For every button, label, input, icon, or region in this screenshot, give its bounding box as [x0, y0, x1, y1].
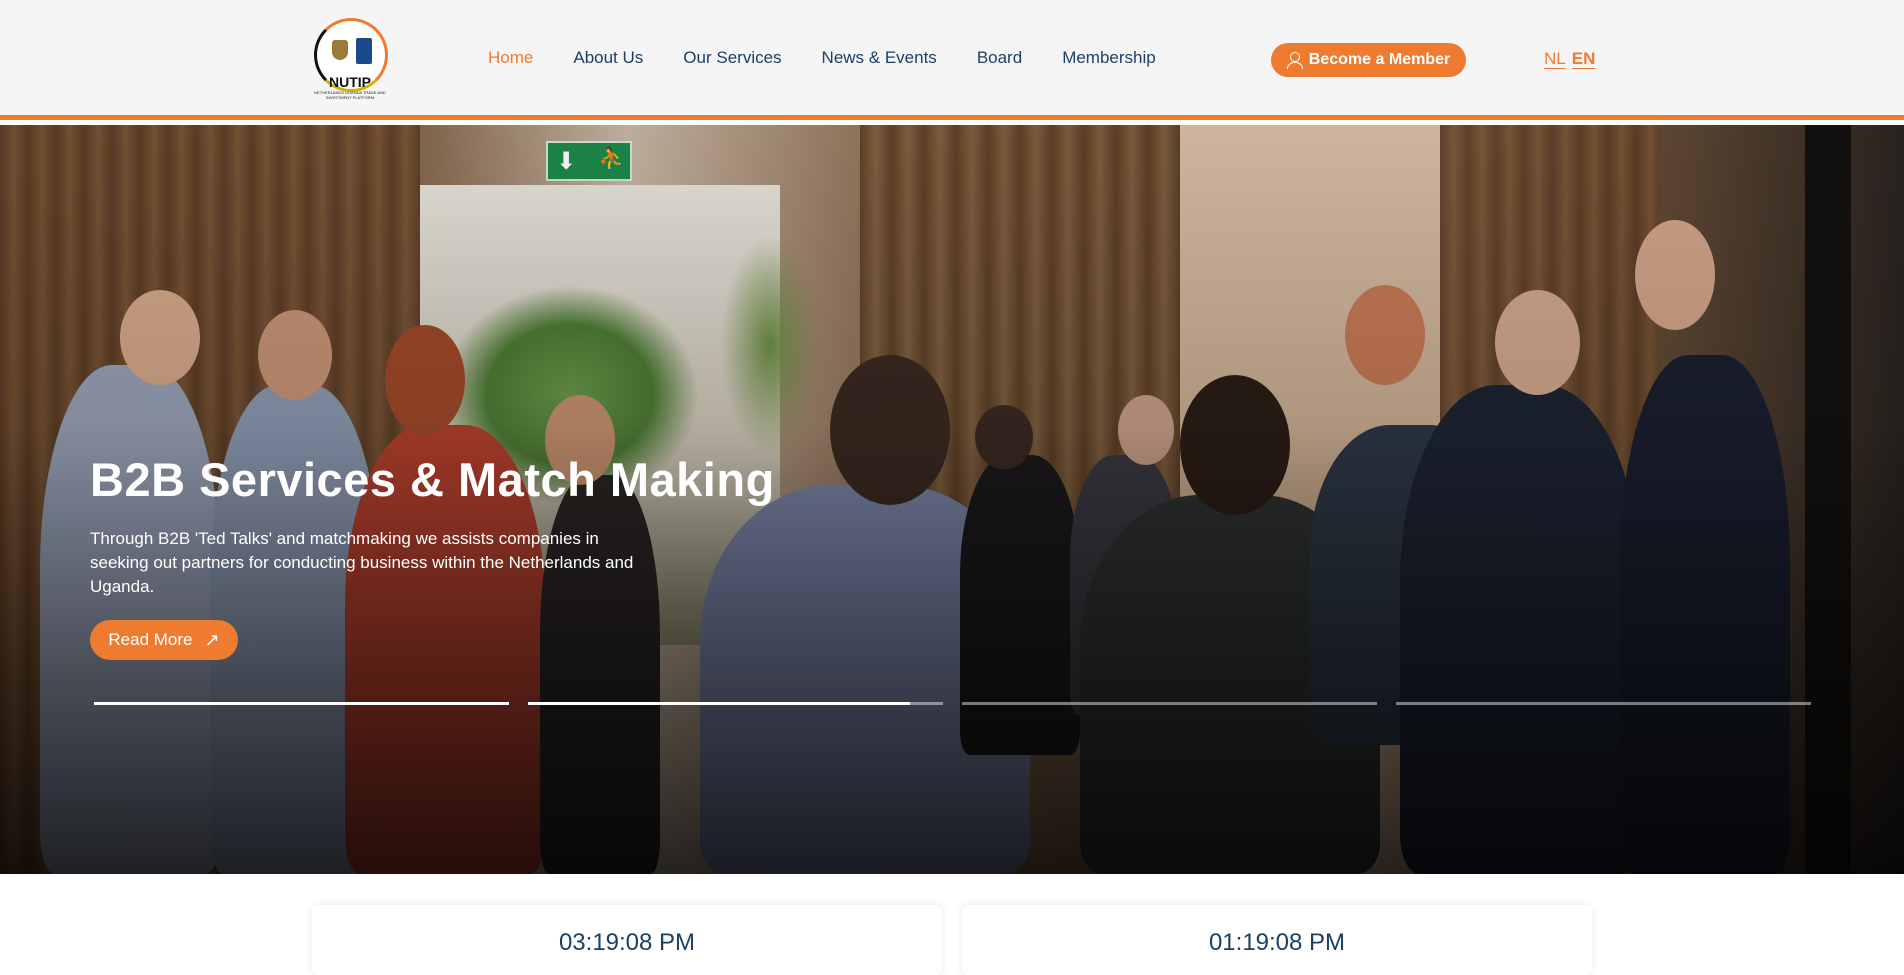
slide-indicator[interactable]	[528, 702, 943, 705]
nav-item-about-us[interactable]: About Us	[573, 48, 643, 68]
site-header: NUTIP NETHERLANDS UGANDA TRADE AND INVES…	[0, 0, 1904, 120]
arrow-up-right-icon: ↗	[204, 629, 220, 650]
read-more-button[interactable]: Read More ↗	[90, 620, 238, 660]
nav-item-membership[interactable]: Membership	[1062, 48, 1156, 68]
nav-item-home[interactable]: Home	[488, 48, 533, 68]
become-member-button[interactable]: Become a Member	[1271, 43, 1466, 77]
user-icon	[1286, 52, 1303, 69]
slide-indicator-fill	[94, 702, 509, 705]
clock-time: 03:19:08 PM	[558, 929, 696, 956]
lang-nl-link[interactable]: NL	[1544, 49, 1566, 69]
slide-indicator[interactable]	[962, 702, 1377, 705]
slide-indicator-fill	[528, 702, 910, 705]
clock-card-uganda: 03:19:08 PM	[312, 905, 942, 975]
nav-item-news-events[interactable]: News & Events	[822, 48, 937, 68]
slide-indicator[interactable]	[1396, 702, 1811, 705]
lang-en-link[interactable]: EN	[1572, 49, 1596, 69]
nav-item-our-services[interactable]: Our Services	[683, 48, 781, 68]
logo-subtitle: NETHERLANDS UGANDA TRADE AND INVESTMENT …	[314, 90, 386, 100]
read-more-label: Read More	[108, 630, 193, 649]
become-member-label: Become a Member	[1308, 51, 1451, 68]
main-nav: Home About Us Our Services News & Events…	[488, 48, 1196, 68]
nutip-logo[interactable]: NUTIP NETHERLANDS UGANDA TRADE AND INVES…	[310, 18, 390, 102]
logo-text: NUTIP	[329, 74, 371, 90]
hero-title: B2B Services & Match Making	[90, 453, 775, 506]
nav-item-board[interactable]: Board	[977, 48, 1022, 68]
language-switcher: NL EN	[1544, 49, 1595, 69]
slide-indicator[interactable]	[94, 702, 509, 705]
hero-description: Through B2B 'Ted Talks' and matchmaking …	[90, 529, 634, 596]
netherlands-emblem-icon	[356, 38, 372, 64]
clock-card-netherlands: 01:19:08 PM	[962, 905, 1592, 975]
clock-time: 01:19:08 PM	[1208, 929, 1346, 956]
uganda-coat-of-arms-icon	[332, 40, 348, 60]
